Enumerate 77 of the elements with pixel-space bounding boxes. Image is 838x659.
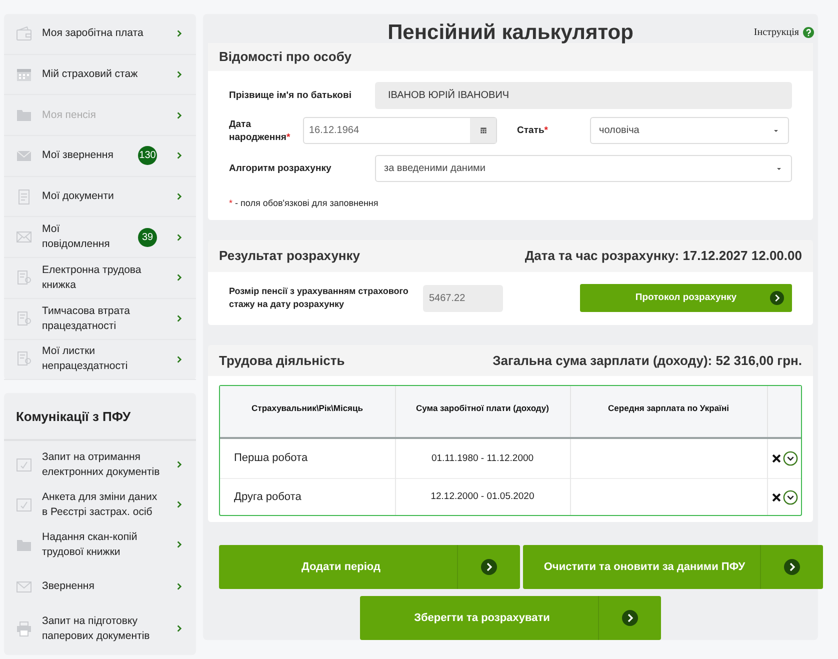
chevron-icon xyxy=(175,192,184,202)
menu-item[interactable]: Мої звернення 130 xyxy=(4,136,196,177)
certificate-icon xyxy=(16,310,32,327)
pension-label: Розмір пенсії з урахуванням страхового стажу на дату розрахунку xyxy=(229,285,409,312)
section-title: Трудова діяльність xyxy=(219,352,345,370)
section-title: Комунікації з ПФУ xyxy=(4,393,196,441)
help-link[interactable]: Інструкція xyxy=(754,25,799,40)
calendar-icon xyxy=(478,126,488,136)
menu-item[interactable]: Запит на підготовку паперових документів xyxy=(4,608,196,649)
name-field[interactable]: ІВАНОВ ЮРІЙ ІВАНОВИЧ xyxy=(375,82,792,109)
section-title: Відомості про особу xyxy=(219,48,352,66)
close-icon xyxy=(771,453,782,464)
page-title: Пенсійний калькулятор xyxy=(388,22,634,44)
menu-item[interactable]: Анкета для зміни даних в Реєстрі застрах. осіб xyxy=(4,484,196,525)
printer-icon xyxy=(16,620,32,637)
help-icon xyxy=(803,27,814,38)
algorithm-select[interactable]: за введеними даними xyxy=(375,155,792,182)
table-cell: 01.11.1980 - 11.12.2000 xyxy=(395,438,570,479)
menu-item[interactable]: Мої документи xyxy=(4,176,196,218)
count-badge: 130 xyxy=(138,146,157,166)
menu-item[interactable]: Надання скан-копій трудової книжки xyxy=(4,524,196,565)
close-icon xyxy=(771,492,782,503)
checkbox-icon xyxy=(16,456,32,473)
required-note: * - поля обов'язкові для заповнення xyxy=(229,196,380,210)
gender-select[interactable]: чоловіча xyxy=(590,117,789,144)
chevron-icon xyxy=(175,232,184,242)
chevron-icon xyxy=(175,460,184,470)
chevron-icon xyxy=(175,29,184,38)
chevron-icon xyxy=(175,110,184,120)
certificate-icon xyxy=(16,270,32,286)
menu-item[interactable]: Тимчасова втрата працездатності xyxy=(4,298,196,340)
table-cell: 12.12.2000 - 01.05.2020 xyxy=(395,478,570,515)
menu-item[interactable]: Мої повідомлення 39 xyxy=(4,217,196,258)
arrow-right-icon xyxy=(784,558,800,575)
arrow-right-icon xyxy=(770,291,784,306)
arrow-right-icon xyxy=(481,558,497,575)
envelope-icon xyxy=(16,578,32,595)
chevron-icon xyxy=(175,540,184,550)
count-badge: 39 xyxy=(138,228,157,247)
calculation-timestamp: Дата та час розрахунку: 17.12.2027 12.00.00 xyxy=(524,247,802,266)
checkbox-icon xyxy=(16,496,32,513)
envelope-icon xyxy=(16,229,32,246)
table-cell: Друга робота xyxy=(220,478,395,515)
chevron-icon xyxy=(175,70,184,80)
chevron-icon xyxy=(175,273,184,282)
calendar-icon xyxy=(16,66,32,83)
menu-item[interactable]: Звернення xyxy=(4,564,196,609)
menu-item[interactable]: Електронна трудова книжка xyxy=(4,258,196,299)
column-header: Середня зарплата по Україні xyxy=(570,386,767,438)
document-icon xyxy=(16,188,32,205)
section-title: Результат розрахунку xyxy=(219,247,360,266)
salary-total: Загальна сума зарплати (доходу): 52 316,00 грн. xyxy=(492,352,802,370)
wallet-icon xyxy=(16,26,32,42)
chevron-icon xyxy=(175,624,184,634)
field-label: Дата народження* xyxy=(229,118,292,144)
chevron-icon xyxy=(175,314,184,324)
field-label: Алгоритм розрахунку xyxy=(229,162,332,176)
column-header: Страхувальник\Рік\Місяць xyxy=(220,386,395,438)
field-label: Прізвище ім'я по батькові xyxy=(229,88,352,102)
certificate-icon xyxy=(16,351,32,368)
date-field[interactable]: 16.12.1964 xyxy=(303,117,497,144)
chevron-icon xyxy=(175,354,184,364)
chevron-icon xyxy=(175,500,184,510)
column-header: Сума заробітної плати (доходу) xyxy=(395,386,570,438)
menu-item[interactable]: Моя заробітна плата xyxy=(4,14,196,55)
menu-item[interactable]: Мої листки непрацездатності xyxy=(4,340,196,380)
table-cell: Перша робота xyxy=(220,438,395,479)
field-label: Стать* xyxy=(517,124,549,138)
pension-value: 5467.22 xyxy=(429,292,466,306)
chevron-down-icon xyxy=(783,490,798,505)
menu-item[interactable]: Мій страховий стаж xyxy=(4,54,196,96)
chevron-icon xyxy=(175,151,184,160)
chevron-icon xyxy=(175,582,184,592)
chevron-down-icon xyxy=(783,451,798,466)
folder-icon xyxy=(16,107,32,124)
arrow-right-icon xyxy=(622,610,638,626)
menu-item[interactable]: Запит на отримання електронних документів xyxy=(4,444,196,485)
